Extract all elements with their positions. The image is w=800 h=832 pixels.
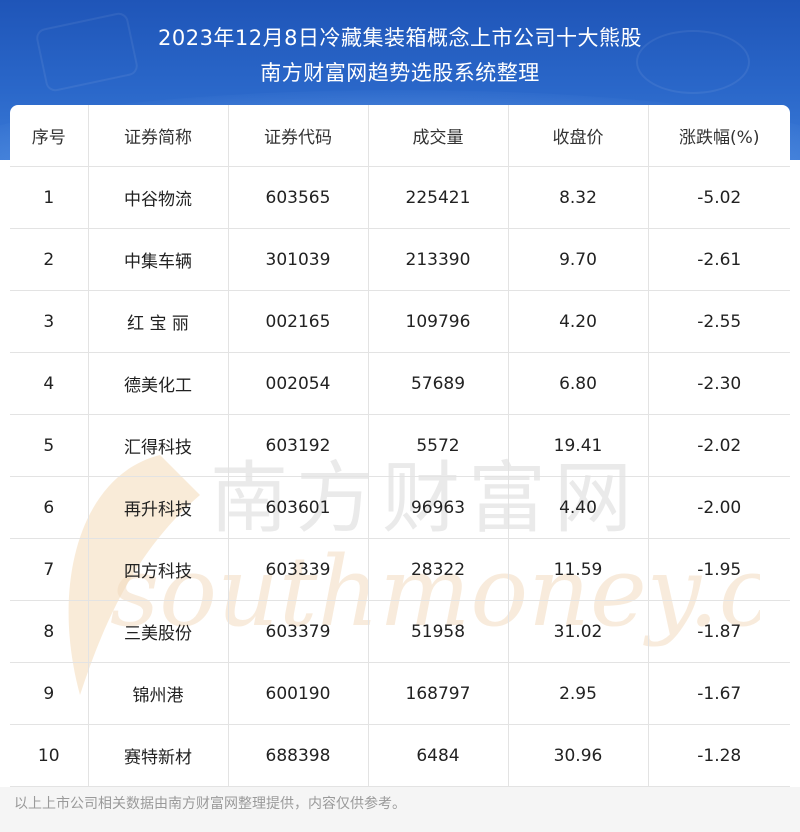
- cell-close: 8.32: [508, 166, 649, 229]
- cell-code: 002054: [228, 352, 369, 415]
- cell-close: 31.02: [508, 600, 649, 663]
- cell-volume: 5572: [368, 414, 509, 477]
- cell-close: 11.59: [508, 538, 649, 601]
- cell-rank: 5: [10, 414, 89, 477]
- page-title: 2023年12月8日冷藏集装箱概念上市公司十大熊股: [157, 26, 643, 50]
- cell-rank: 7: [10, 538, 89, 601]
- cell-close: 9.70: [508, 228, 649, 291]
- table-row: 6 再升科技 603601 96963 4.40 -2.00: [10, 476, 790, 539]
- cell-name: 四方科技: [88, 538, 229, 601]
- column-header-change: 涨跌幅(%): [648, 105, 790, 167]
- table-row: 10 赛特新材 688398 6484 30.96 -1.28: [10, 724, 790, 787]
- table-row: 3 红 宝 丽 002165 109796 4.20 -2.55: [10, 290, 790, 353]
- cell-code: 600190: [228, 662, 369, 725]
- cell-name: 赛特新材: [88, 724, 229, 787]
- table-row: 1 中谷物流 603565 225421 8.32 -5.02: [10, 166, 790, 229]
- cell-close: 6.80: [508, 352, 649, 415]
- cell-name: 中集车辆: [88, 228, 229, 291]
- cell-change: -5.02: [648, 166, 790, 229]
- cell-code: 301039: [228, 228, 369, 291]
- table-header-row: 序号 证券简称 证券代码 成交量 收盘价 涨跌幅(%): [10, 105, 790, 167]
- cell-change: -2.55: [648, 290, 790, 353]
- cell-name: 红 宝 丽: [88, 290, 229, 353]
- cell-volume: 51958: [368, 600, 509, 663]
- table-card: 南方财富网 southmoney.com 序号 证券简称 证券代码 成交量 收盘…: [10, 105, 790, 787]
- table-row: 4 德美化工 002054 57689 6.80 -2.30: [10, 352, 790, 415]
- cell-code: 603565: [228, 166, 369, 229]
- cell-rank: 4: [10, 352, 89, 415]
- stock-table: 序号 证券简称 证券代码 成交量 收盘价 涨跌幅(%) 1 中谷物流 60356…: [10, 105, 790, 787]
- cell-volume: 96963: [368, 476, 509, 539]
- cell-rank: 1: [10, 166, 89, 229]
- cell-name: 德美化工: [88, 352, 229, 415]
- cell-rank: 3: [10, 290, 89, 353]
- cell-code: 603601: [228, 476, 369, 539]
- cell-close: 2.95: [508, 662, 649, 725]
- cell-code: 603192: [228, 414, 369, 477]
- table-row: 8 三美股份 603379 51958 31.02 -1.87: [10, 600, 790, 663]
- cell-change: -2.02: [648, 414, 790, 477]
- cell-volume: 109796: [368, 290, 509, 353]
- cell-volume: 57689: [368, 352, 509, 415]
- footer-disclaimer: 以上上市公司相关数据由南方财富网整理提供，内容仅供参考。: [14, 796, 406, 812]
- cell-change: -1.28: [648, 724, 790, 787]
- cell-name: 锦州港: [88, 662, 229, 725]
- cell-rank: 10: [10, 724, 89, 787]
- cell-change: -2.61: [648, 228, 790, 291]
- cell-code: 002165: [228, 290, 369, 353]
- cell-name: 三美股份: [88, 600, 229, 663]
- cell-change: -2.30: [648, 352, 790, 415]
- cell-volume: 213390: [368, 228, 509, 291]
- cell-code: 688398: [228, 724, 369, 787]
- cell-rank: 6: [10, 476, 89, 539]
- cell-rank: 9: [10, 662, 89, 725]
- table-row: 5 汇得科技 603192 5572 19.41 -2.02: [10, 414, 790, 477]
- cell-close: 30.96: [508, 724, 649, 787]
- table-row: 7 四方科技 603339 28322 11.59 -1.95: [10, 538, 790, 601]
- cell-close: 4.20: [508, 290, 649, 353]
- cell-volume: 168797: [368, 662, 509, 725]
- cell-volume: 28322: [368, 538, 509, 601]
- cell-change: -1.67: [648, 662, 790, 725]
- cell-change: -1.95: [648, 538, 790, 601]
- cell-volume: 225421: [368, 166, 509, 229]
- cell-change: -2.00: [648, 476, 790, 539]
- cell-name: 再升科技: [88, 476, 229, 539]
- cell-name: 汇得科技: [88, 414, 229, 477]
- cell-close: 4.40: [508, 476, 649, 539]
- column-header-rank: 序号: [10, 105, 89, 167]
- column-header-close: 收盘价: [508, 105, 649, 167]
- column-header-volume: 成交量: [368, 105, 509, 167]
- cell-close: 19.41: [508, 414, 649, 477]
- column-header-name: 证券简称: [88, 105, 229, 167]
- page-subtitle: 南方财富网趋势选股系统整理: [260, 61, 540, 85]
- cell-volume: 6484: [368, 724, 509, 787]
- table-row: 9 锦州港 600190 168797 2.95 -1.67: [10, 662, 790, 725]
- cell-code: 603339: [228, 538, 369, 601]
- footer: 以上上市公司相关数据由南方财富网整理提供，内容仅供参考。: [0, 787, 800, 832]
- cell-change: -1.87: [648, 600, 790, 663]
- cell-rank: 8: [10, 600, 89, 663]
- cell-rank: 2: [10, 228, 89, 291]
- cell-code: 603379: [228, 600, 369, 663]
- cell-name: 中谷物流: [88, 166, 229, 229]
- column-header-code: 证券代码: [228, 105, 369, 167]
- table-row: 2 中集车辆 301039 213390 9.70 -2.61: [10, 228, 790, 291]
